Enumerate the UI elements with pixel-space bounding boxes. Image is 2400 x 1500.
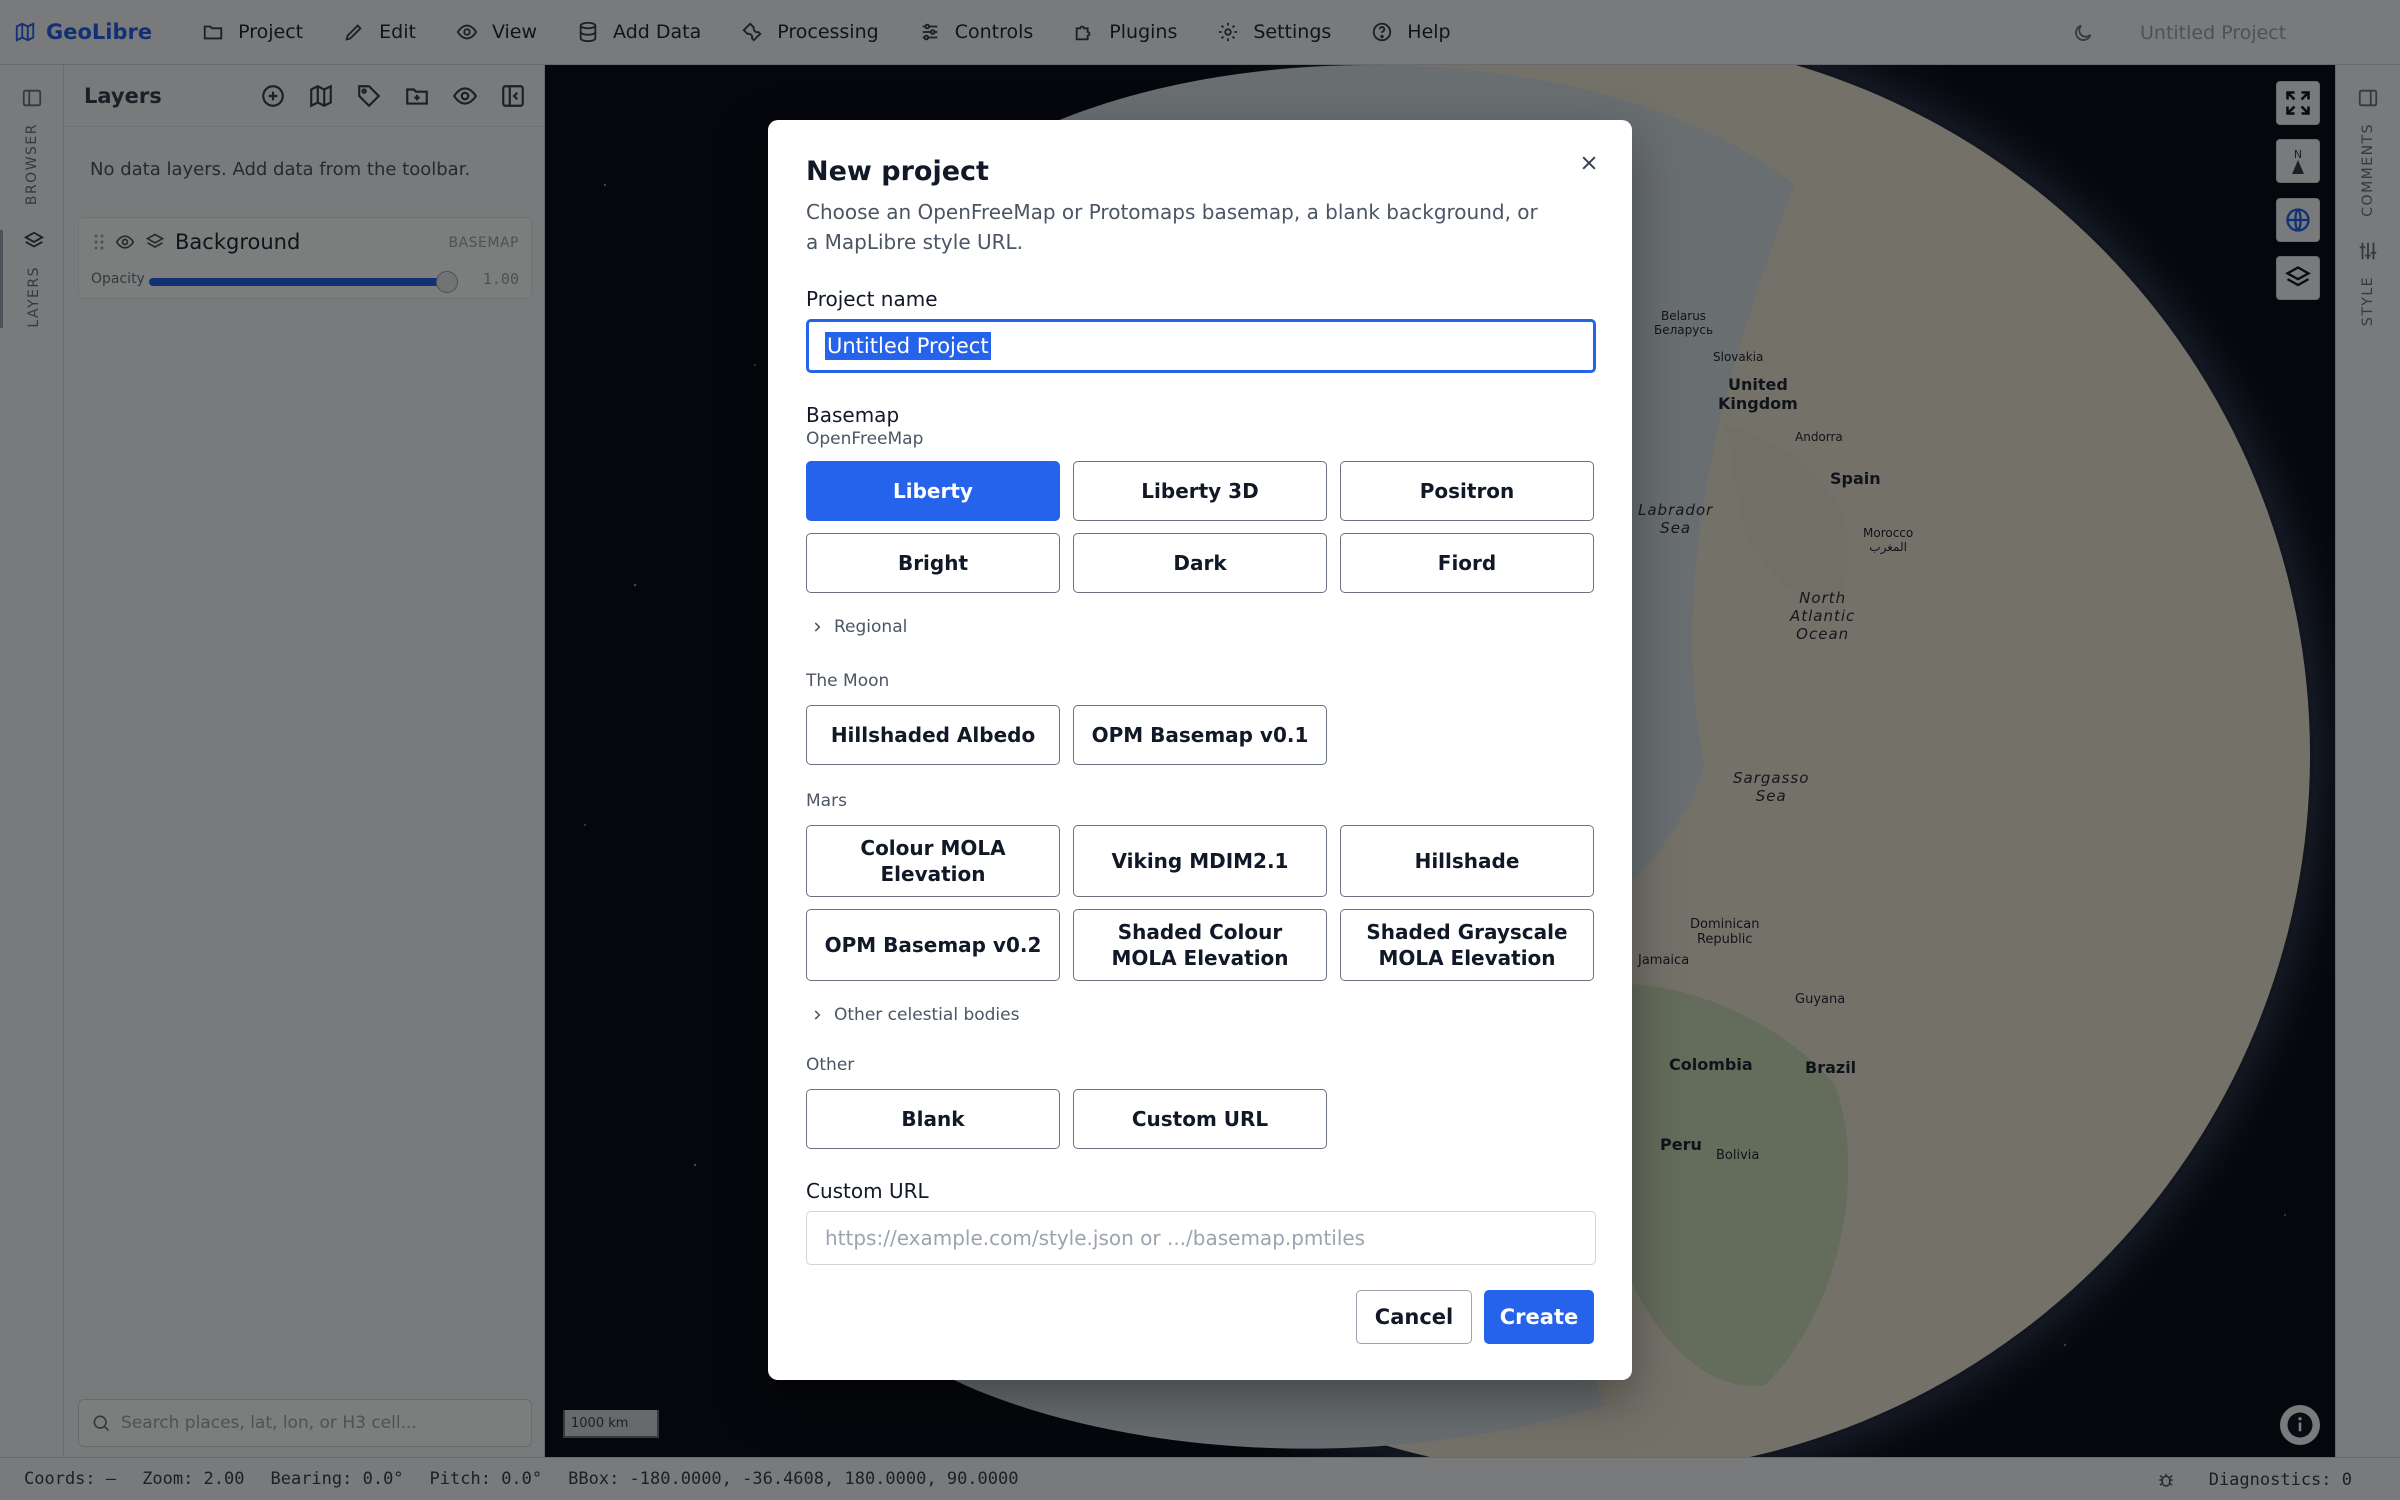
dialog-title: New project — [806, 156, 989, 187]
close-icon — [1579, 153, 1599, 173]
basemap-option-dark[interactable]: Dark — [1073, 533, 1327, 593]
other-options: Blank Custom URL — [806, 1089, 1594, 1149]
chevron-right-icon — [810, 620, 824, 634]
project-name-value: Untitled Project — [825, 332, 991, 360]
regional-label: Regional — [834, 617, 908, 637]
basemap-label: Basemap — [806, 403, 900, 427]
basemap-option-custom-url[interactable]: Custom URL — [1073, 1089, 1327, 1149]
mars-label: Mars — [806, 791, 847, 811]
close-button[interactable] — [1572, 146, 1606, 180]
create-button[interactable]: Create — [1484, 1290, 1594, 1344]
openfreemap-options: Liberty Liberty 3D Positron Bright Dark … — [806, 461, 1594, 593]
project-name-label: Project name — [806, 287, 938, 311]
other-bodies-label: Other celestial bodies — [834, 1005, 1020, 1025]
basemap-option-liberty[interactable]: Liberty — [806, 461, 1060, 521]
new-project-dialog: New project Choose an OpenFreeMap or Pro… — [768, 120, 1632, 1380]
custom-url-input[interactable] — [806, 1211, 1596, 1265]
moon-options: Hillshaded Albedo OPM Basemap v0.1 — [806, 705, 1594, 765]
basemap-option-shaded-grayscale-mola[interactable]: Shaded Grayscale MOLA Elevation — [1340, 909, 1594, 981]
basemap-option-opm-v01[interactable]: OPM Basemap v0.1 — [1073, 705, 1327, 765]
mars-options: Colour MOLA Elevation Viking MDIM2.1 Hil… — [806, 825, 1594, 981]
regional-toggle[interactable]: Regional — [806, 617, 1594, 637]
custom-url-label: Custom URL — [806, 1179, 929, 1203]
basemap-option-hillshaded-albedo[interactable]: Hillshaded Albedo — [806, 705, 1060, 765]
basemap-option-hillshade[interactable]: Hillshade — [1340, 825, 1594, 897]
basemap-option-viking-mdim[interactable]: Viking MDIM2.1 — [1073, 825, 1327, 897]
moon-label: The Moon — [806, 671, 890, 691]
dialog-description: Choose an OpenFreeMap or Protomaps basem… — [806, 200, 1538, 254]
chevron-right-icon — [810, 1008, 824, 1022]
other-label: Other — [806, 1055, 855, 1075]
basemap-option-bright[interactable]: Bright — [806, 533, 1060, 593]
project-name-input[interactable]: Untitled Project — [806, 319, 1596, 373]
basemap-option-liberty-3d[interactable]: Liberty 3D — [1073, 461, 1327, 521]
basemap-option-colour-mola[interactable]: Colour MOLA Elevation — [806, 825, 1060, 897]
other-bodies-toggle[interactable]: Other celestial bodies — [806, 1005, 1594, 1025]
basemap-option-positron[interactable]: Positron — [1340, 461, 1594, 521]
basemap-option-opm-v02[interactable]: OPM Basemap v0.2 — [806, 909, 1060, 981]
openfreemap-label: OpenFreeMap — [806, 429, 924, 449]
basemap-option-shaded-colour-mola[interactable]: Shaded Colour MOLA Elevation — [1073, 909, 1327, 981]
cancel-button[interactable]: Cancel — [1356, 1290, 1472, 1344]
basemap-option-blank[interactable]: Blank — [806, 1089, 1060, 1149]
basemap-option-fiord[interactable]: Fiord — [1340, 533, 1594, 593]
